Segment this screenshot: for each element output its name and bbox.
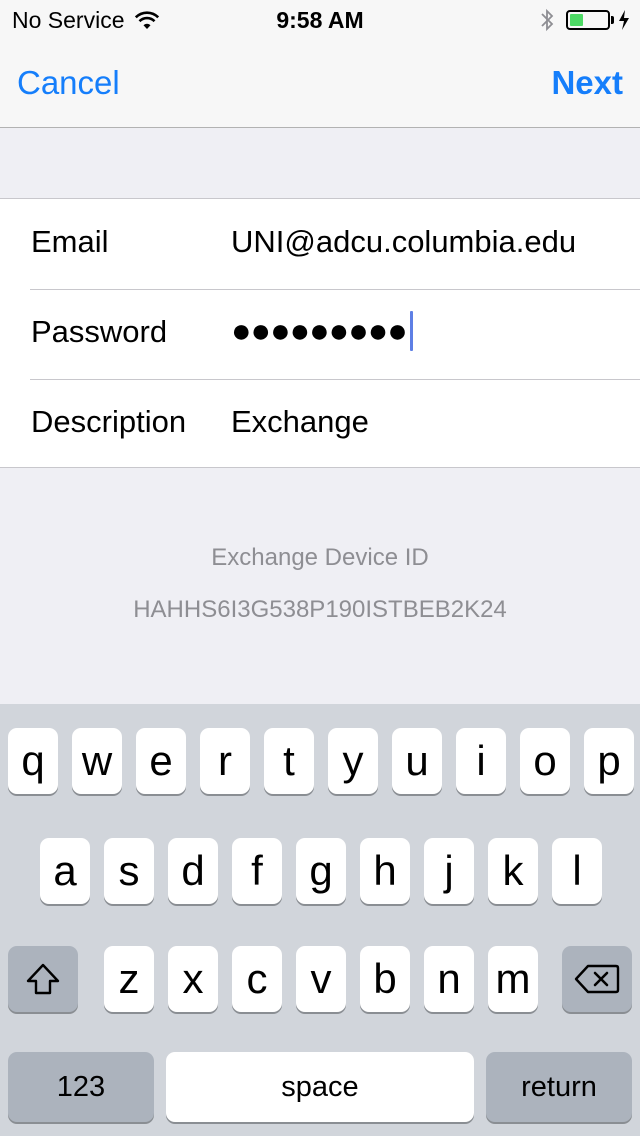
bluetooth-icon (541, 8, 554, 32)
return-key[interactable]: return (486, 1052, 632, 1122)
key-a[interactable]: a (40, 838, 90, 904)
shift-icon (26, 963, 60, 995)
delete-icon (574, 964, 620, 994)
key-j[interactable]: j (424, 838, 474, 904)
key-s[interactable]: s (104, 838, 154, 904)
account-form: Email UNI@adcu.columbia.edu Password ●●●… (0, 198, 640, 468)
key-d[interactable]: d (168, 838, 218, 904)
battery-fill (570, 14, 583, 26)
shift-key[interactable] (8, 946, 78, 1012)
key-y[interactable]: y (328, 728, 378, 794)
email-label: Email (31, 224, 109, 259)
key-m[interactable]: m (488, 946, 538, 1012)
email-field[interactable]: UNI@adcu.columbia.edu (231, 224, 576, 260)
key-z[interactable]: z (104, 946, 154, 1012)
key-e[interactable]: e (136, 728, 186, 794)
key-k[interactable]: k (488, 838, 538, 904)
key-q[interactable]: q (8, 728, 58, 794)
battery-icon (566, 10, 610, 30)
charging-bolt-icon (619, 10, 629, 30)
key-t[interactable]: t (264, 728, 314, 794)
status-bar: No Service 9:58 AM (0, 0, 640, 40)
key-x[interactable]: x (168, 946, 218, 1012)
text-caret (409, 311, 413, 351)
status-right (540, 6, 630, 34)
key-p[interactable]: p (584, 728, 634, 794)
key-w[interactable]: w (72, 728, 122, 794)
key-h[interactable]: h (360, 838, 410, 904)
key-o[interactable]: o (520, 728, 570, 794)
numbers-key[interactable]: 123 (8, 1052, 154, 1122)
device-id-title: Exchange Device ID (211, 544, 429, 571)
battery-tip (611, 16, 614, 24)
key-n[interactable]: n (424, 946, 474, 1012)
key-r[interactable]: r (200, 728, 250, 794)
cancel-button[interactable]: Cancel (17, 64, 120, 102)
space-key[interactable]: space (166, 1052, 474, 1122)
key-u[interactable]: u (392, 728, 442, 794)
password-row[interactable]: Password ●●●●●●●●● (0, 289, 640, 379)
key-g[interactable]: g (296, 838, 346, 904)
description-field[interactable]: Exchange (231, 404, 369, 440)
key-f[interactable]: f (232, 838, 282, 904)
password-value: ●●●●●●●●● (231, 311, 408, 350)
key-c[interactable]: c (232, 946, 282, 1012)
key-l[interactable]: l (552, 838, 602, 904)
password-label: Password (31, 314, 168, 349)
key-b[interactable]: b (360, 946, 410, 1012)
device-id-value: HAHHS6I3G538P190ISTBEB2K24 (133, 596, 507, 623)
description-label: Description (31, 404, 187, 439)
keyboard: q w e r t y u i o p a s d f g h j k l z … (0, 704, 640, 1136)
email-row[interactable]: Email UNI@adcu.columbia.edu (0, 199, 640, 289)
key-i[interactable]: i (456, 728, 506, 794)
nav-bar: Cancel Next (0, 40, 640, 128)
description-row[interactable]: Description Exchange (0, 379, 640, 469)
delete-key[interactable] (562, 946, 632, 1012)
password-field[interactable]: ●●●●●●●●● (231, 306, 413, 356)
key-v[interactable]: v (296, 946, 346, 1012)
next-button[interactable]: Next (551, 64, 623, 102)
